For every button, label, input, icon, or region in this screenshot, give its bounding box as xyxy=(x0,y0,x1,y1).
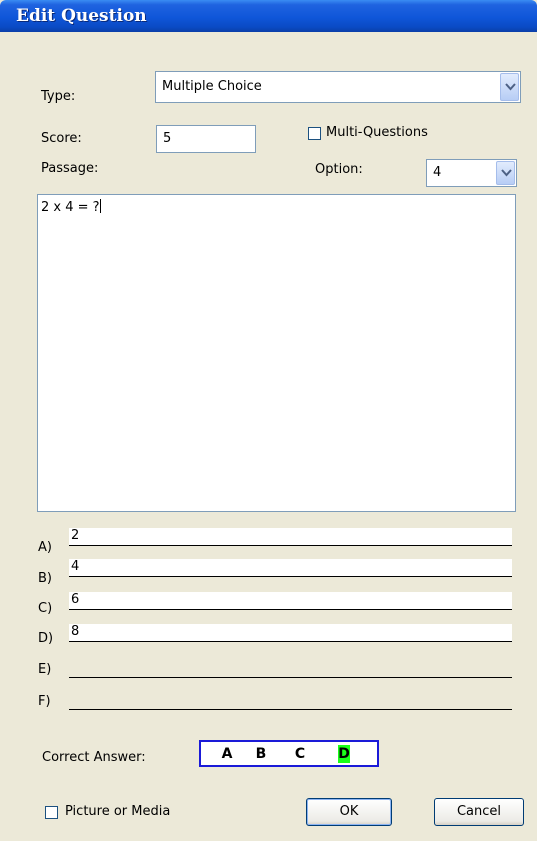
option-label: Option: xyxy=(315,162,363,177)
option-a-field[interactable]: 2 xyxy=(69,528,512,546)
score-label: Score: xyxy=(41,131,82,146)
picture-or-media-checkbox[interactable] xyxy=(45,806,58,819)
dialog-title: Edit Question xyxy=(16,6,147,26)
multi-questions-label: Multi-Questions xyxy=(326,125,428,140)
score-value: 5 xyxy=(163,131,172,146)
option-f-field[interactable] xyxy=(69,692,512,710)
option-c-letter: C) xyxy=(38,601,53,616)
edit-question-dialog: Edit Question Type: Multiple Choice Scor… xyxy=(0,0,537,841)
picture-or-media-label: Picture or Media xyxy=(65,804,171,819)
option-d-field[interactable]: 8 xyxy=(69,624,512,642)
chevron-down-icon xyxy=(501,169,512,177)
title-bar[interactable]: Edit Question xyxy=(0,0,537,32)
answer-choice-b[interactable]: B xyxy=(255,745,267,763)
option-select-value: 4 xyxy=(433,165,442,180)
score-input[interactable]: 5 xyxy=(156,125,256,153)
chevron-down-icon xyxy=(505,83,516,91)
passage-text: 2 x 4 = ? xyxy=(41,199,101,215)
passage-textarea[interactable]: 2 x 4 = ? xyxy=(37,194,516,512)
answer-choice-c[interactable]: C xyxy=(294,745,306,763)
type-select-value: Multiple Choice xyxy=(162,79,262,94)
option-e-field[interactable] xyxy=(69,660,512,678)
option-a-value: 2 xyxy=(71,528,80,543)
option-b-value: 4 xyxy=(71,559,80,574)
option-select[interactable]: 4 xyxy=(426,159,517,187)
option-b-field[interactable]: 4 xyxy=(69,559,512,577)
type-select[interactable]: Multiple Choice xyxy=(155,71,521,103)
option-a-letter: A) xyxy=(38,540,52,555)
answer-choice-d[interactable]: D xyxy=(338,745,350,763)
correct-answer-selector: A B C D xyxy=(199,740,379,767)
passage-label: Passage: xyxy=(41,161,99,176)
option-e-letter: E) xyxy=(38,662,52,677)
option-d-letter: D) xyxy=(38,631,54,646)
option-dropdown-button[interactable] xyxy=(496,161,515,185)
correct-answer-label: Correct Answer: xyxy=(42,750,146,765)
option-f-letter: F) xyxy=(38,694,51,709)
option-b-letter: B) xyxy=(38,571,52,586)
option-c-field[interactable]: 6 xyxy=(69,592,512,610)
text-caret xyxy=(99,199,101,213)
ok-button[interactable]: OK xyxy=(306,798,392,826)
cancel-button[interactable]: Cancel xyxy=(434,798,524,826)
option-c-value: 6 xyxy=(71,592,80,607)
multi-questions-checkbox[interactable] xyxy=(308,127,321,140)
type-dropdown-button[interactable] xyxy=(500,73,519,101)
option-d-value: 8 xyxy=(71,624,80,639)
answer-choice-a[interactable]: A xyxy=(221,745,233,763)
type-label: Type: xyxy=(41,89,76,104)
